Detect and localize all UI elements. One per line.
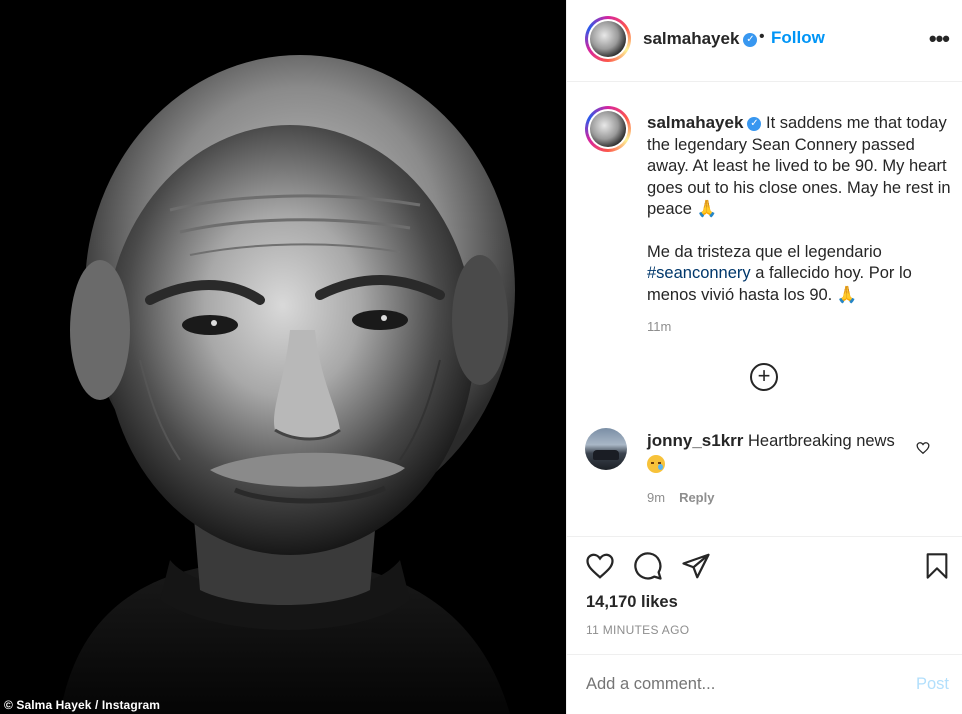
sad-face-emoji-icon (647, 454, 665, 473)
praying-hands-icon: 🙏 (696, 200, 718, 218)
share-send-icon[interactable] (681, 551, 711, 581)
verified-badge-icon: ✓ (743, 32, 758, 47)
praying-hands-icon: 🙏 (836, 285, 858, 304)
commenter-username[interactable]: jonny_s1krr (647, 431, 743, 450)
follow-button[interactable]: Follow (771, 28, 825, 48)
caption-author-avatar[interactable] (585, 106, 631, 152)
photo-credit: © Salma Hayek / Instagram (4, 698, 161, 712)
post-actions: 14,170 likes 11 MINUTES AGO (567, 536, 962, 656)
author-name[interactable]: salmahayek ✓ (643, 29, 758, 49)
comment-text: Heartbreaking news (747, 432, 895, 450)
post-side-panel: salmahayek ✓ • Follow ••• salmahayek ✓ It … (566, 0, 962, 714)
reply-button[interactable]: Reply (679, 490, 714, 505)
post-caption: salmahayek ✓ It saddens me that today the… (647, 112, 953, 306)
author-avatar[interactable] (585, 16, 631, 62)
comment-input[interactable] (586, 675, 886, 694)
commenter-avatar[interactable] (585, 428, 627, 470)
like-count[interactable]: 14,170 likes (586, 593, 678, 612)
save-bookmark-icon[interactable] (923, 551, 951, 581)
verified-badge-icon: ✓ (747, 116, 762, 131)
portrait-image (0, 0, 566, 714)
post-timestamp: 11 MINUTES AGO (586, 623, 690, 637)
like-heart-icon[interactable] (585, 551, 615, 581)
add-comment-bar: Post (567, 654, 962, 714)
caption-timestamp: 11m (647, 319, 672, 334)
comment-bubble-icon[interactable] (633, 551, 663, 581)
post-header: salmahayek ✓ • Follow ••• (567, 0, 962, 82)
more-options-icon[interactable]: ••• (929, 26, 950, 52)
caption-text-spanish-1: Me da tristeza que el legendario (647, 242, 882, 261)
header-separator: • (759, 28, 765, 45)
comment-like-heart-icon[interactable] (916, 441, 930, 455)
comment: jonny_s1krr Heartbreaking news (647, 430, 907, 474)
load-more-comments-icon[interactable]: + (750, 363, 778, 391)
hashtag-link[interactable]: #seanconnery (647, 264, 751, 282)
caption-username[interactable]: salmahayek (647, 113, 743, 132)
comment-meta: 9m Reply (647, 490, 714, 505)
author-username[interactable]: salmahayek (643, 29, 739, 48)
post-photo[interactable]: © Salma Hayek / Instagram (0, 0, 566, 714)
post-comment-button[interactable]: Post (916, 675, 949, 694)
comment-timestamp: 9m (647, 490, 666, 505)
